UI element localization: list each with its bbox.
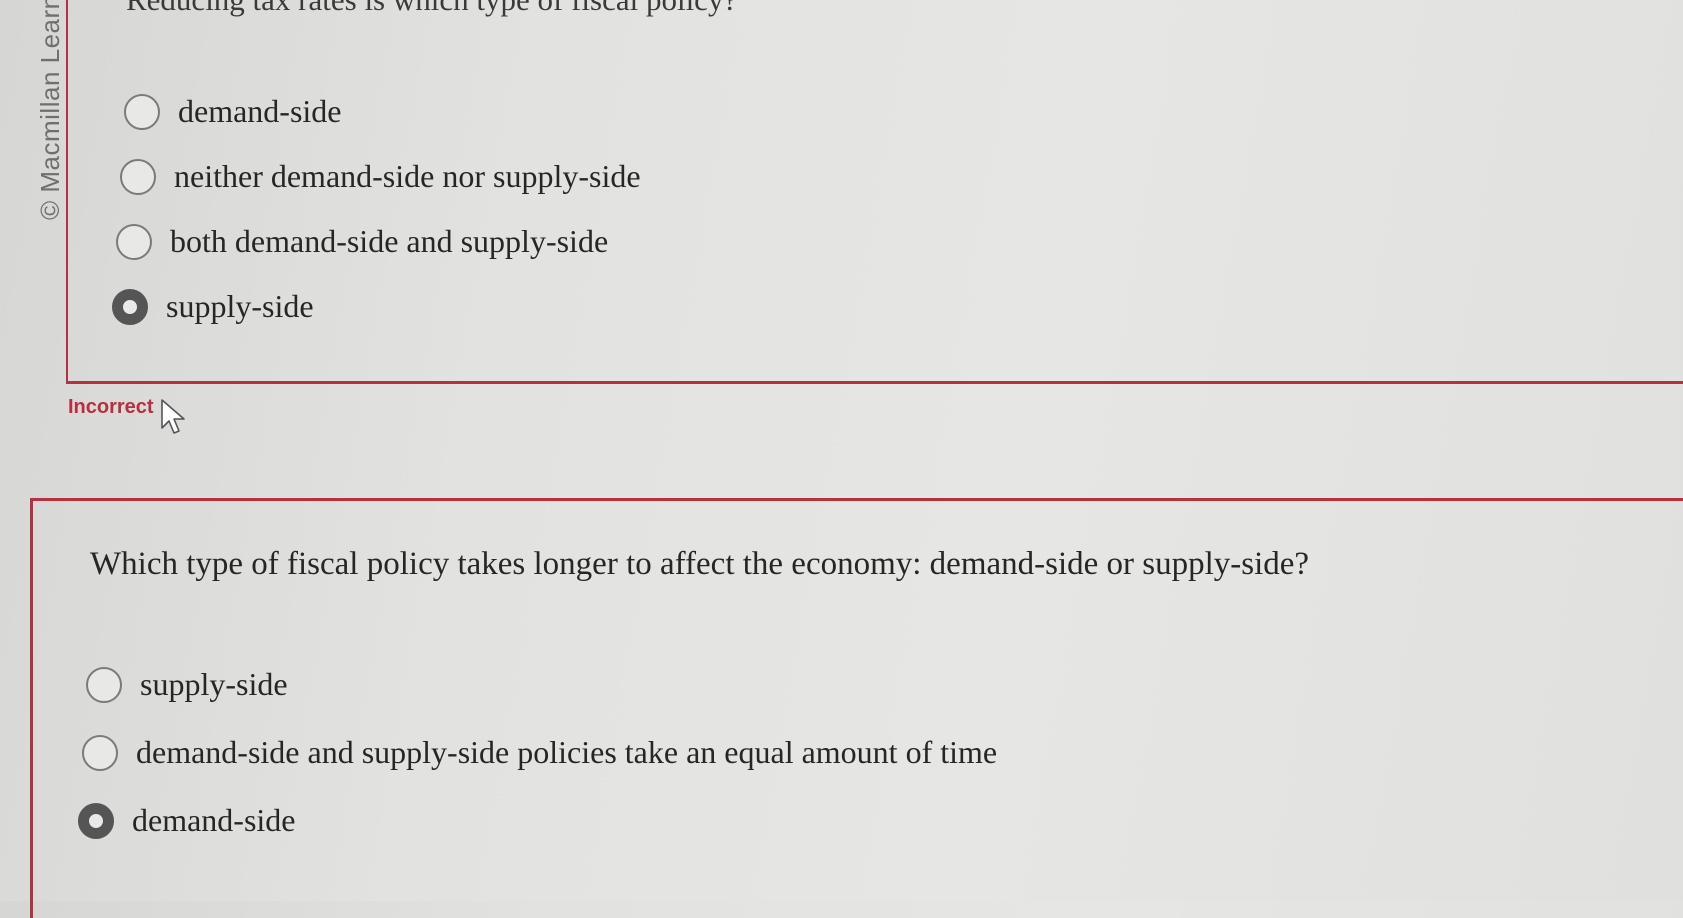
q2-option-equal-time[interactable]: demand-side and supply-side policies tak… [82,734,997,771]
feedback-incorrect: Incorrect [68,396,154,418]
q2-option-supply-side[interactable]: supply-side [86,666,288,703]
option-label: neither demand-side nor supply-side [174,158,641,194]
option-label: demand-side [132,802,296,838]
radio-button[interactable] [86,666,122,703]
radio-button-selected[interactable] [78,802,114,839]
question-2-text: Which type of fiscal policy takes longer… [90,546,1310,582]
radio-button[interactable] [120,158,156,195]
option-label: supply-side [166,288,314,324]
copyright-watermark: © Macmillan Learn [35,0,65,220]
q1-option-demand-side[interactable]: demand-side [124,93,342,130]
option-label: demand-side [178,93,342,129]
option-label: supply-side [140,666,288,702]
radio-button[interactable] [116,223,152,260]
q1-option-neither[interactable]: neither demand-side nor supply-side [120,158,641,195]
mouse-pointer-icon [161,399,185,434]
question-1-text: Reducing tax rates is which type of fisc… [126,0,737,18]
radio-button[interactable] [82,734,118,771]
q1-option-both[interactable]: both demand-side and supply-side [116,223,608,260]
q2-option-demand-side[interactable]: demand-side [78,802,296,839]
option-label: demand-side and supply-side policies tak… [136,734,998,770]
radio-button[interactable] [124,93,160,130]
option-label: both demand-side and supply-side [170,223,609,259]
radio-button-selected[interactable] [112,288,148,325]
q1-option-supply-side[interactable]: supply-side [112,288,314,325]
